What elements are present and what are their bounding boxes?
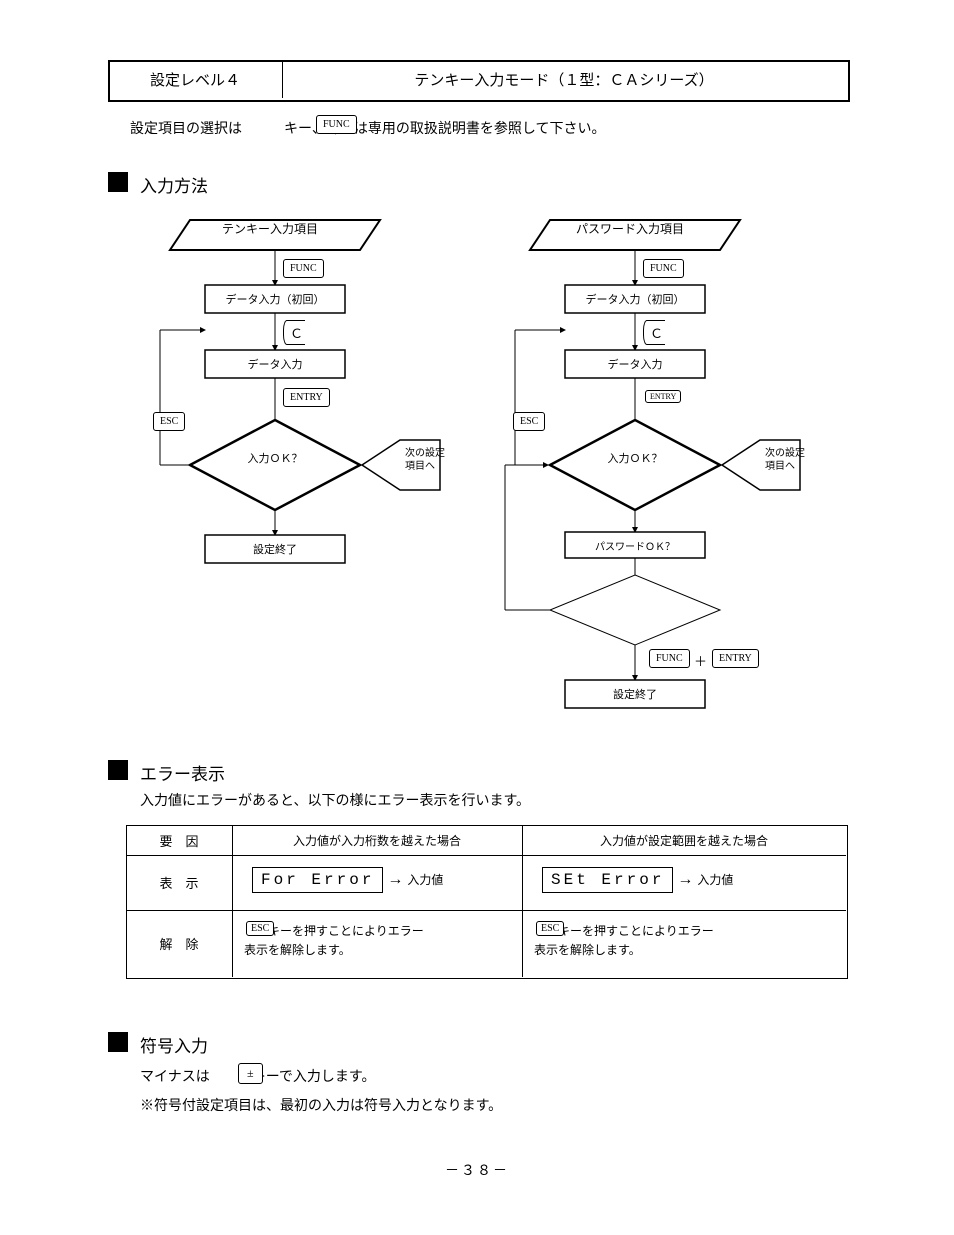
sec3-title: 符号入力 — [140, 1032, 208, 1057]
fr-func: FUNC — [643, 259, 684, 278]
r1c3-suffix: 入力値 — [697, 873, 733, 887]
fr-s3: パスワードＯＫ？ — [565, 532, 705, 558]
fr-plus: ＋ — [694, 651, 707, 670]
intro-key: FUNC — [316, 115, 357, 134]
sec3-body2: ※符号付設定項目は、最初の入力は符号入力となります。 — [140, 1095, 502, 1115]
r2c3-key: ESC — [536, 921, 564, 936]
th1: 要 因 — [126, 825, 232, 855]
fr-dec: 入力ＯＫ？ — [570, 450, 700, 466]
fr-esc: ESC — [513, 412, 545, 431]
fl-esc: ESC — [153, 412, 185, 431]
sec3-bullet — [108, 1032, 128, 1052]
sec2-bullet — [108, 760, 128, 780]
fr-end-a: FUNC — [649, 649, 690, 668]
sec2-title: エラー表示 — [140, 760, 225, 785]
r1c1: 表 示 — [126, 855, 232, 910]
fl-note: 次の設定 項目へ — [405, 447, 465, 473]
sec2-lead: 入力値にエラーがあると、以下の様にエラー表示を行います。 — [140, 790, 530, 810]
fr-note: 次の設定 項目へ — [765, 447, 825, 473]
arrow-icon: → — [387, 871, 403, 888]
tbl-h1 — [126, 855, 846, 856]
intro-text: 設定項目の選択は キー、詳細は専用の取扱説明書を参照して下さい。 — [130, 118, 605, 138]
th2: 入力値が入力桁数を越えた場合 — [232, 825, 522, 855]
r2c2: キーを押すことによりエラー 表示を解除します。 — [244, 922, 514, 960]
fr-end-b: ENTRY — [712, 649, 759, 668]
fr-start: パスワード入力項目 — [535, 213, 725, 243]
lcd-for-error: For Error — [252, 867, 383, 893]
fl-s1: データ入力（初回） — [205, 285, 345, 313]
r2c2-key: ESC — [246, 921, 274, 936]
fl-end: 設定終了 — [205, 535, 345, 563]
fr-c: Ｃ — [643, 320, 665, 345]
fr-s1: データ入力（初回） — [565, 285, 705, 313]
fr-s2: データ入力 — [565, 350, 705, 378]
fl-dec: 入力ＯＫ？ — [210, 450, 340, 466]
r2c3: キーを押すことによりエラー 表示を解除します。 — [534, 922, 834, 960]
r1c3: SEt Error → 入力値 — [542, 867, 733, 893]
fl-c: Ｃ — [283, 320, 305, 345]
fr-end: 設定終了 — [565, 680, 705, 708]
sec1-title: 入力方法 — [140, 172, 208, 197]
fl-entry: ENTRY — [283, 388, 330, 407]
r2c1: 解 除 — [126, 910, 232, 977]
arrow-icon-2: → — [677, 871, 693, 888]
page-number: －３８－ — [0, 1160, 954, 1180]
th3: 入力値が設定範囲を越えた場合 — [522, 825, 846, 855]
sec3-key: ± — [238, 1063, 263, 1084]
header-left: 設定レベル４ — [108, 60, 282, 98]
lcd-set-error: SEt Error — [542, 867, 673, 893]
sec1-bullet — [108, 172, 128, 192]
fl-start: テンキー入力項目 — [175, 213, 365, 243]
fr-entry: ENTRY — [645, 390, 681, 403]
r1c2-suffix: 入力値 — [407, 873, 443, 887]
fl-func: FUNC — [283, 259, 324, 278]
fl-s2: データ入力 — [205, 350, 345, 378]
tbl-h2 — [126, 910, 846, 911]
header-right: テンキー入力モード（１型：ＣＡシリーズ） — [282, 60, 846, 98]
r1c2: For Error → 入力値 — [252, 867, 443, 893]
